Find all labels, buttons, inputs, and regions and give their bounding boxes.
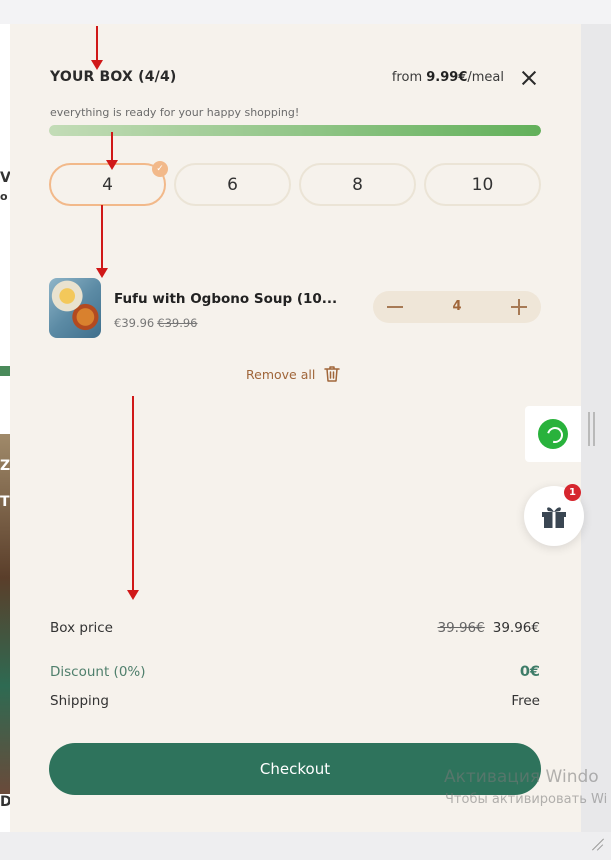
box-size-option[interactable]: 10 (424, 163, 541, 206)
background-glyph: V (0, 170, 10, 186)
shipping-label: Shipping (50, 693, 109, 709)
background-image (0, 434, 10, 794)
gift-button[interactable]: 1 (524, 484, 584, 546)
cart-item: Fufu with Ogbono Soup (10... €39.96 €39.9… (49, 278, 541, 338)
box-size-label: 6 (227, 174, 238, 195)
item-name[interactable]: Fufu with Ogbono Soup (10... (114, 291, 344, 307)
cart-header: YOUR BOX (4/4) from 9.99€/meal (50, 69, 540, 89)
gift-icon (542, 507, 566, 528)
background-accent (0, 366, 10, 376)
box-size-selector: 4 ✓ 6 8 10 (49, 161, 541, 206)
box-progress-bar (49, 125, 541, 136)
remove-all-label: Remove all (246, 366, 316, 382)
box-progress-fill (49, 125, 541, 136)
box-price-old: 39.96€ (437, 620, 485, 636)
discount-value: 0€ (519, 664, 540, 680)
box-price-value: 39.96€ 39.96€ (438, 620, 541, 636)
item-old-price: €39.96 (157, 316, 198, 330)
trash-icon (324, 366, 341, 382)
box-price-label: Box price (50, 620, 113, 636)
browser-bottom-strip (0, 832, 611, 860)
price-value: 9.99€ (426, 70, 468, 85)
close-icon[interactable] (518, 67, 540, 89)
box-size-option[interactable]: 8 (299, 163, 416, 206)
notification-badge: 1 (564, 484, 581, 501)
item-current-price: €39.96 (114, 316, 155, 330)
box-title: YOUR BOX (4/4) (50, 69, 177, 85)
progress-message: everything is ready for your happy shopp… (50, 106, 300, 119)
annotation-arrow (106, 132, 118, 170)
box-size-label: 8 (352, 174, 363, 195)
box-size-label: 10 (471, 174, 494, 195)
plus-icon[interactable] (503, 291, 535, 323)
background-page: V o Z T D (0, 24, 10, 832)
box-price-current: 39.96€ (492, 620, 540, 636)
box-size-label: 4 (102, 174, 113, 195)
watermark-line-2: Чтобы активировать Wi (445, 792, 608, 807)
whatsapp-button[interactable] (525, 406, 581, 462)
cart-drawer: YOUR BOX (4/4) from 9.99€/meal everythin… (10, 24, 581, 832)
annotation-arrow (91, 26, 103, 70)
annotation-arrow (96, 205, 108, 278)
discount-label: Discount (0%) (50, 664, 146, 680)
background-glyph: Z (0, 458, 10, 474)
background-glyph: D (0, 794, 10, 810)
watermark-line-1: Активация Windo (444, 767, 599, 787)
item-price: €39.96 €39.96 (114, 316, 198, 330)
background-glyph: o (0, 190, 8, 203)
box-size-option[interactable]: 6 (174, 163, 291, 206)
price-suffix: /meal (467, 70, 504, 85)
scroll-handle[interactable] (588, 412, 596, 446)
quantity-stepper: 4 (373, 291, 541, 323)
price-prefix: from (391, 70, 427, 85)
annotation-arrow (127, 396, 139, 600)
resize-grip-icon[interactable] (590, 838, 604, 852)
whatsapp-icon (538, 419, 568, 449)
background-glyph: T (0, 494, 10, 510)
meal-photo[interactable] (49, 278, 101, 338)
shipping-value: Free (511, 693, 540, 709)
check-icon: ✓ (152, 161, 168, 177)
price-per-meal: from 9.99€/meal (392, 70, 504, 85)
remove-all-button[interactable]: Remove all (246, 364, 341, 384)
browser-top-strip (0, 0, 611, 24)
